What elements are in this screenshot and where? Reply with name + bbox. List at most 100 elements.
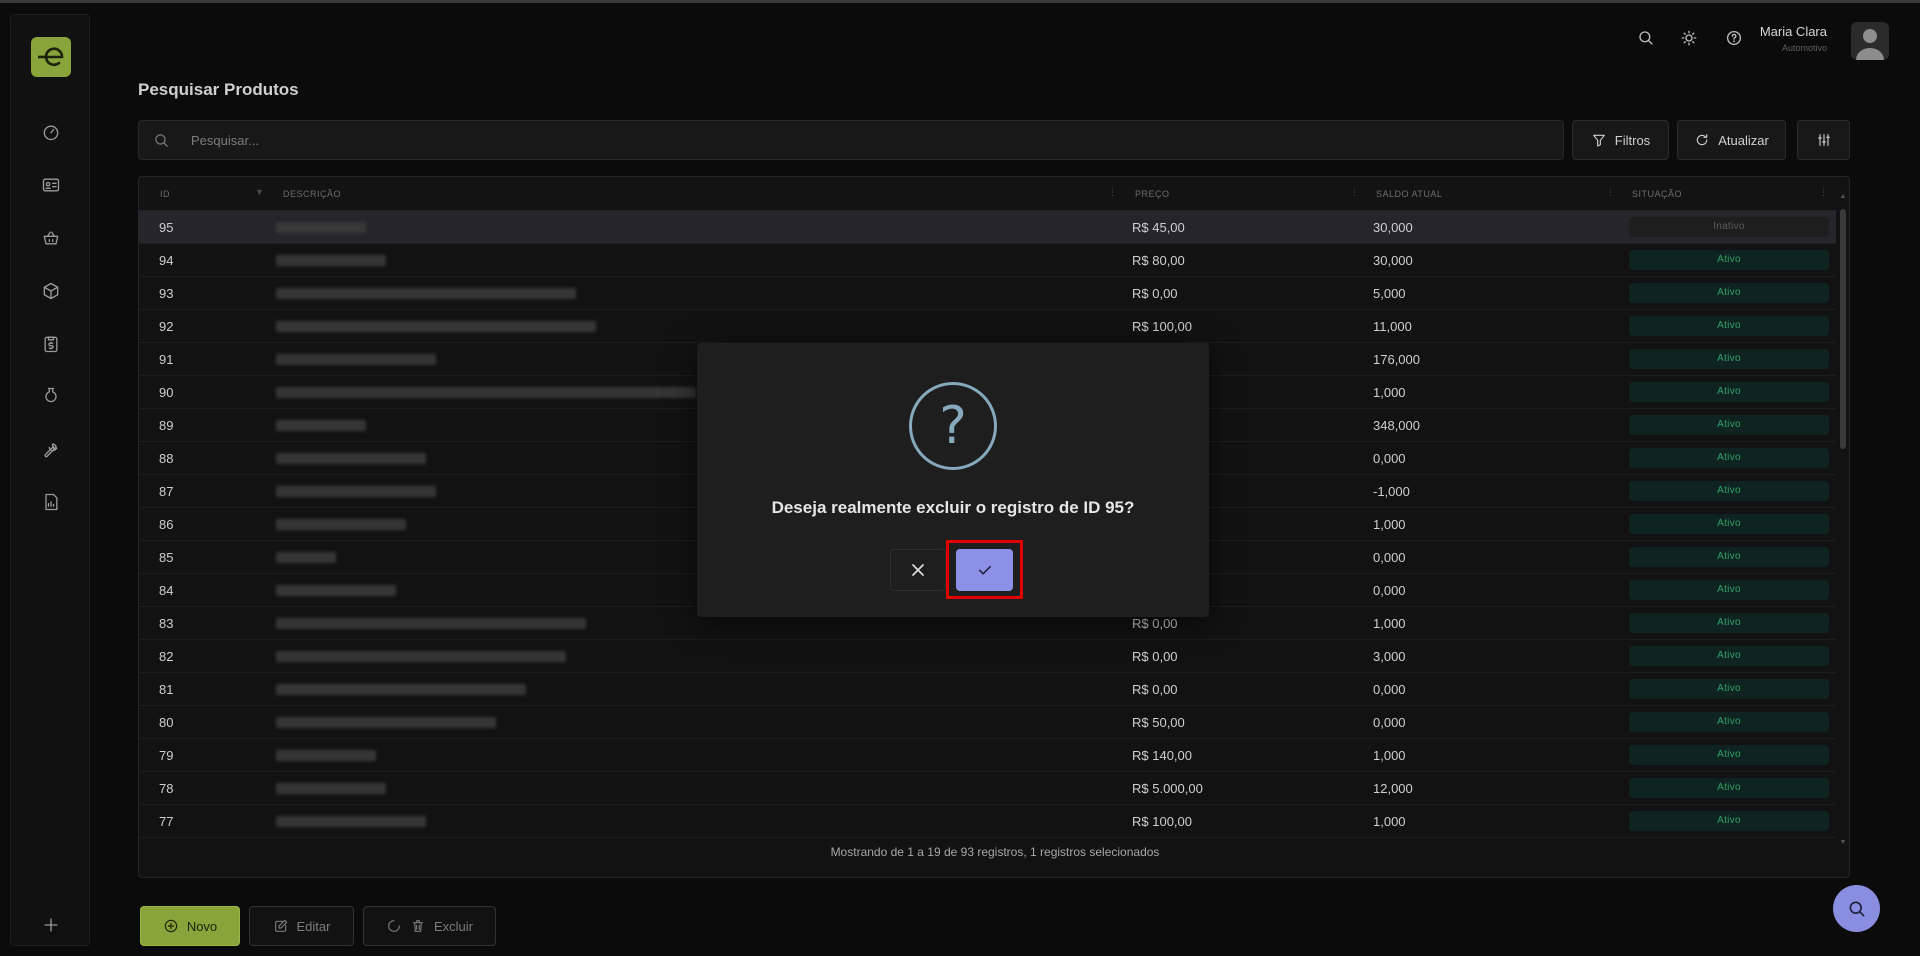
floating-search-button[interactable] [1833, 885, 1880, 932]
scroll-thumb[interactable] [1840, 209, 1846, 449]
id-card-icon[interactable] [37, 171, 65, 199]
cell-id: 90 [159, 385, 174, 400]
table-row[interactable]: 80 R$ 50,00 0,000 Ativo [139, 706, 1836, 739]
cell-id: 87 [159, 484, 174, 499]
cell-balance: 0,000 [1373, 583, 1406, 598]
column-header-price[interactable]: PREÇO [1135, 189, 1170, 199]
user-name[interactable]: Maria Clara [1760, 24, 1827, 39]
cell-description-redacted [276, 354, 436, 365]
filters-button[interactable]: Filtros [1572, 120, 1669, 160]
column-header-description[interactable]: DESCRIÇÃO [283, 189, 341, 199]
sun-icon[interactable] [1677, 26, 1701, 50]
cell-description-redacted [276, 783, 386, 794]
status-badge: Ativo [1629, 580, 1829, 600]
sort-desc-icon[interactable]: ▼ [255, 187, 264, 197]
delete-button-label: Excluir [433, 918, 473, 934]
status-badge: Ativo [1629, 679, 1829, 699]
search-icon[interactable] [1634, 26, 1658, 50]
trash-icon [412, 920, 424, 932]
cell-id: 82 [159, 649, 174, 664]
table-row[interactable]: 78 R$ 5.000,00 12,000 Ativo [139, 772, 1836, 805]
cancel-button[interactable] [890, 549, 946, 591]
help-icon[interactable] [1722, 26, 1746, 50]
delete-button[interactable]: Excluir [363, 906, 496, 946]
status-badge: Ativo [1629, 382, 1829, 402]
cell-price: R$ 50,00 [1132, 715, 1185, 730]
table-row[interactable]: 79 R$ 140,00 1,000 Ativo [139, 739, 1836, 772]
cell-balance: 5,000 [1373, 286, 1406, 301]
new-button[interactable]: Novo [140, 906, 240, 946]
question-icon: ? [909, 382, 997, 470]
plus-circle-icon [164, 919, 178, 933]
edit-button[interactable]: Editar [249, 906, 354, 946]
cell-description-redacted [276, 255, 386, 266]
window-top-border [0, 0, 1920, 3]
cell-balance: 1,000 [1373, 616, 1406, 631]
table-row[interactable]: 82 R$ 0,00 3,000 Ativo [139, 640, 1836, 673]
clipboard-dollar-icon[interactable] [37, 330, 65, 358]
cell-description-redacted [276, 519, 406, 530]
cell-description-redacted [276, 288, 576, 299]
cell-id: 91 [159, 352, 174, 367]
column-header-status[interactable]: SITUAÇÃO [1632, 189, 1682, 199]
table-header: ID ▼ DESCRIÇÃO ⋮ PREÇO ⋮ SALDO ATUAL ⋮ S… [139, 177, 1836, 211]
basket-icon[interactable] [37, 224, 65, 252]
table-row[interactable]: 95 R$ 45,00 30,000 Inativo [139, 211, 1836, 244]
refresh-button[interactable]: Atualizar [1677, 120, 1786, 160]
table-row[interactable]: 92 R$ 100,00 11,000 Ativo [139, 310, 1836, 343]
cell-balance: 1,000 [1373, 748, 1406, 763]
column-resize-icon[interactable]: ⋮ [1108, 187, 1117, 198]
wrench-icon[interactable] [37, 435, 65, 463]
status-badge: Ativo [1629, 514, 1829, 534]
search-input[interactable] [191, 121, 1541, 159]
cell-balance: 11,000 [1373, 319, 1412, 334]
cell-description-redacted [276, 717, 496, 728]
cell-price: R$ 5.000,00 [1132, 781, 1203, 796]
user-role: Automotivo [1781, 43, 1827, 53]
cell-id: 78 [159, 781, 174, 796]
cell-balance: 1,000 [1373, 517, 1406, 532]
cell-description-redacted [276, 486, 436, 497]
column-settings-button[interactable] [1797, 120, 1850, 160]
cell-description-redacted [276, 222, 366, 233]
report-icon[interactable] [37, 488, 65, 516]
cell-id: 79 [159, 748, 174, 763]
avatar[interactable] [1851, 22, 1889, 60]
edit-button-label: Editar [296, 918, 331, 934]
cell-balance: 0,000 [1373, 451, 1406, 466]
table-row[interactable]: 94 R$ 80,00 30,000 Ativo [139, 244, 1836, 277]
cell-price: R$ 100,00 [1132, 814, 1192, 829]
column-header-id[interactable]: ID [160, 189, 170, 199]
cell-balance: 1,000 [1373, 385, 1406, 400]
cell-id: 81 [159, 682, 174, 697]
box-icon[interactable] [37, 277, 65, 305]
plus-icon[interactable] [37, 911, 65, 939]
table-row[interactable]: 93 R$ 0,00 5,000 Ativo [139, 277, 1836, 310]
cell-balance: 0,000 [1373, 682, 1406, 697]
dashboard-icon[interactable] [37, 118, 65, 146]
cell-id: 77 [159, 814, 174, 829]
jar-icon[interactable] [37, 382, 65, 410]
refresh-button-label: Atualizar [1718, 132, 1769, 148]
cell-balance: 176,000 [1373, 352, 1420, 367]
status-badge: Inativo [1629, 217, 1829, 237]
cell-balance: 0,000 [1373, 550, 1406, 565]
table-scrollbar[interactable]: ▲ ▼ [1839, 193, 1847, 846]
cell-balance: 30,000 [1373, 253, 1413, 268]
scroll-up-arrow[interactable]: ▲ [1839, 193, 1847, 200]
close-icon [912, 564, 924, 576]
cell-description-redacted [276, 816, 426, 827]
table-row[interactable]: 81 R$ 0,00 0,000 Ativo [139, 673, 1836, 706]
confirm-button[interactable] [956, 549, 1013, 591]
column-resize-icon[interactable]: ⋮ [1606, 187, 1615, 198]
cell-id: 89 [159, 418, 174, 433]
column-resize-icon[interactable]: ⋮ [1350, 187, 1359, 198]
status-badge: Ativo [1629, 778, 1829, 798]
table-row[interactable]: 77 R$ 100,00 1,000 Ativo [139, 805, 1836, 838]
app-logo[interactable] [31, 37, 71, 77]
status-badge: Ativo [1629, 250, 1829, 270]
column-header-balance[interactable]: SALDO ATUAL [1376, 189, 1442, 199]
column-resize-icon[interactable]: ⋮ [1819, 187, 1828, 198]
cell-price: R$ 45,00 [1132, 220, 1185, 235]
status-badge: Ativo [1629, 349, 1829, 369]
